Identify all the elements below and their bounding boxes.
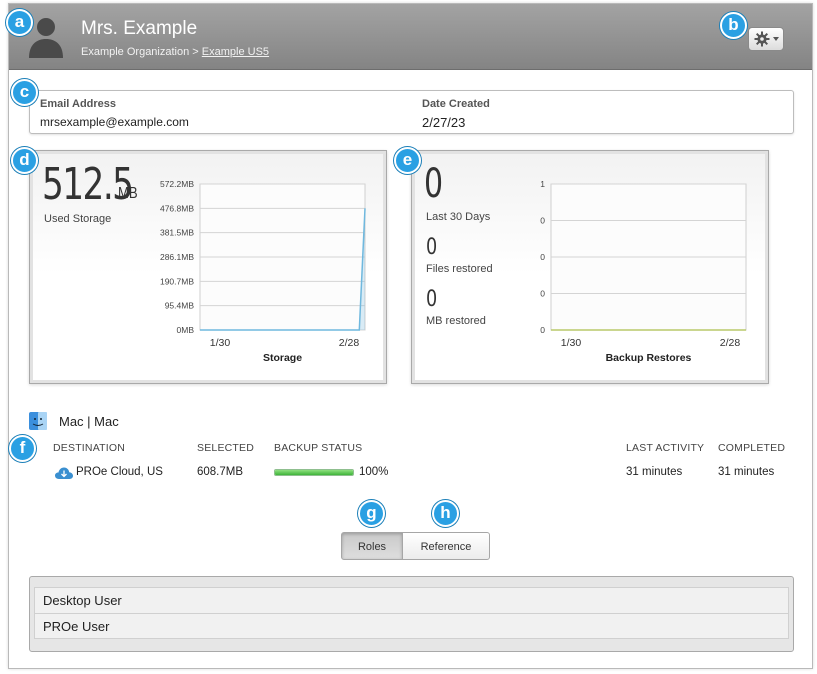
email-label: Email Address xyxy=(40,98,117,110)
col-destination: DESTINATION xyxy=(53,442,126,454)
y-tick-label: 0 xyxy=(540,216,545,226)
y-tick-label: 0MB xyxy=(177,325,195,335)
y-tick-label: 0 xyxy=(540,325,545,335)
y-tick-label: 95.4MB xyxy=(165,301,195,311)
col-completed: COMPLETED xyxy=(718,442,786,454)
cloud-icon xyxy=(55,467,73,479)
gear-icon xyxy=(754,31,770,47)
col-backup-status: BACKUP STATUS xyxy=(274,442,363,454)
user-name: Mrs. Example xyxy=(81,18,198,39)
breadcrumb-org-link[interactable]: Example US5 xyxy=(202,46,269,58)
col-last-activity: LAST ACTIVITY xyxy=(626,442,705,454)
breadcrumb-org: Example Organization xyxy=(81,46,190,58)
user-detail-window: Mrs. Example Example Organization > Exam… xyxy=(8,3,813,669)
callout-badge-h: h xyxy=(432,500,459,527)
backup-progress-bar xyxy=(274,469,354,476)
y-tick-label: 381.5MB xyxy=(160,228,194,238)
date-created-label: Date Created xyxy=(422,98,490,110)
callout-badge-g: g xyxy=(358,500,385,527)
date-created-value: 2/27/23 xyxy=(422,115,466,130)
storage-chart: 572.2MB 476.8MB 381.5MB 286.1MB 190.7MB 95.4M… xyxy=(160,179,366,364)
callout-badge-e: e xyxy=(394,147,421,174)
breadcrumb: Example Organization > Example US5 xyxy=(81,46,269,58)
y-tick-label: 190.7MB xyxy=(160,276,194,286)
callout-badge-d: d xyxy=(11,147,38,174)
completed-value: 31 minutes xyxy=(718,466,775,478)
storage-panel: 512.5 MB Used Storage 572.2MB 476.8MB 381.… xyxy=(29,150,387,384)
callout-badge-f: f xyxy=(9,435,36,462)
x-tick-label: 1/30 xyxy=(210,337,231,349)
list-item: Desktop User xyxy=(34,587,789,613)
email-value: mrsexample@example.com xyxy=(40,115,189,129)
list-item: PROe User xyxy=(34,613,789,639)
y-tick-label: 0 xyxy=(540,289,545,299)
y-tick-label: 0 xyxy=(540,252,545,262)
y-tick-label: 286.1MB xyxy=(160,252,194,262)
selected-size: 608.7MB xyxy=(197,466,244,478)
tab-reference[interactable]: Reference xyxy=(402,532,490,560)
backup-progress-fill xyxy=(275,470,353,475)
backup-progress-label: 100% xyxy=(359,466,389,478)
last-activity-value: 31 minutes xyxy=(626,466,683,478)
chart-title: Storage xyxy=(263,352,302,364)
x-tick-label: 2/28 xyxy=(720,337,741,349)
settings-menu-button[interactable] xyxy=(748,27,784,51)
y-tick-label: 572.2MB xyxy=(160,179,194,189)
chevron-down-icon xyxy=(773,37,779,41)
backup-restores-panel: 0 Last 30 Days 0 Files restored 0 MB res… xyxy=(411,150,769,384)
tab-roles[interactable]: Roles xyxy=(341,532,403,560)
callout-badge-a: a xyxy=(6,9,33,36)
user-header: Mrs. Example Example Organization > Exam… xyxy=(9,4,812,70)
chart-title: Backup Restores xyxy=(606,352,692,364)
destination-name[interactable]: PROe Cloud, US xyxy=(76,466,163,478)
x-tick-label: 1/30 xyxy=(561,337,582,349)
y-tick-label: 1 xyxy=(540,179,545,189)
backup-restores-chart: 1 0 0 0 0 1/30 2/28 Backup Restores xyxy=(540,179,747,364)
col-selected: SELECTED xyxy=(197,442,255,454)
mac-finder-icon xyxy=(29,412,47,430)
roles-list: Desktop User PROe User xyxy=(29,576,794,652)
x-tick-label: 2/28 xyxy=(339,337,360,349)
device-name[interactable]: Mac | Mac xyxy=(59,414,119,429)
y-tick-label: 476.8MB xyxy=(160,203,194,213)
breadcrumb-separator: > xyxy=(192,46,199,58)
callout-badge-b: b xyxy=(720,12,747,39)
user-info-card: Email Address mrsexample@example.com Dat… xyxy=(29,90,794,134)
callout-badge-c: c xyxy=(11,79,38,106)
